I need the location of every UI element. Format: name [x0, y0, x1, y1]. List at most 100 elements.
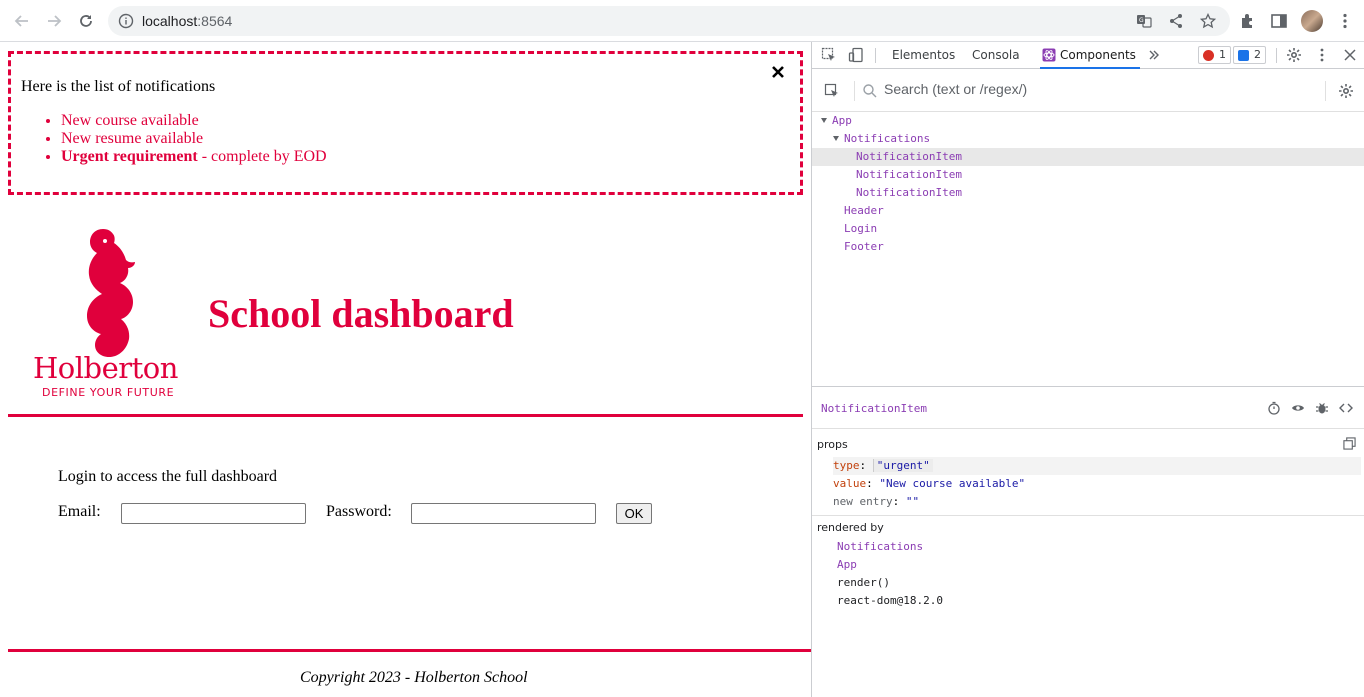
eye-icon[interactable]: [1291, 401, 1305, 415]
stopwatch-icon[interactable]: [1267, 401, 1281, 415]
more-tabs-chevron-icon[interactable]: [1146, 47, 1162, 63]
back-button[interactable]: [10, 9, 34, 33]
component-search-input[interactable]: Search (text or /regex/): [884, 81, 1027, 97]
email-label: Email:: [58, 503, 101, 520]
logo-wordmark: Holberton: [33, 351, 178, 385]
prop-key: type: [833, 459, 860, 472]
new-entry-key[interactable]: new entry: [833, 495, 893, 508]
message-count: 2: [1254, 48, 1261, 61]
close-icon[interactable]: [770, 64, 786, 80]
tab-components[interactable]: Components: [1040, 42, 1140, 69]
share-icon[interactable]: [1168, 13, 1184, 29]
component-settings-gear-icon[interactable]: [1338, 83, 1354, 99]
props-label: props: [817, 438, 848, 451]
rendered-by-item[interactable]: Notifications: [837, 538, 923, 556]
url-port: :8564: [197, 13, 233, 29]
close-devtools-icon[interactable]: [1342, 47, 1358, 63]
address-bar[interactable]: localhost:8564 G: [108, 6, 1230, 36]
notification-item[interactable]: New course available: [61, 112, 327, 130]
rendered-by-label: rendered by: [817, 521, 884, 534]
back-arrow-icon: [14, 15, 28, 27]
url-host: localhost: [142, 13, 198, 29]
error-count: 1: [1219, 48, 1226, 61]
page-title: School dashboard: [208, 291, 514, 336]
logo-tagline: DEFINE YOUR FUTURE: [42, 386, 175, 399]
side-panel-icon[interactable]: [1270, 12, 1288, 30]
urgent-text: - complete by EOD: [197, 148, 327, 165]
new-entry-value[interactable]: "": [906, 495, 919, 508]
expand-triangle-icon[interactable]: [833, 136, 839, 141]
prop-value[interactable]: "New course available": [879, 477, 1025, 490]
email-input[interactable]: [121, 503, 306, 524]
password-label: Password:: [326, 503, 392, 520]
prop-row[interactable]: type: "urgent": [833, 457, 1361, 475]
extensions-puzzle-icon[interactable]: [1239, 12, 1257, 30]
copy-icon[interactable]: [1343, 437, 1356, 450]
devtools-menu-icon[interactable]: [1314, 47, 1330, 63]
view-source-icon[interactable]: [1339, 401, 1353, 415]
prop-value-input[interactable]: "urgent": [872, 459, 933, 472]
search-divider: [1325, 81, 1326, 101]
selected-component-name: NotificationItem: [821, 402, 927, 415]
profile-avatar[interactable]: [1301, 10, 1323, 32]
search-divider: [854, 81, 855, 101]
prop-key: value: [833, 477, 867, 490]
react-icon: [1042, 48, 1056, 62]
inspect-element-icon[interactable]: [821, 47, 837, 63]
url-text: localhost:8564: [142, 13, 232, 29]
reload-icon: [80, 15, 92, 27]
tree-item-notification-item[interactable]: NotificationItem: [856, 166, 962, 184]
browser-toolbar: localhost:8564 G: [0, 0, 1364, 42]
bookmark-star-icon[interactable]: [1200, 13, 1216, 29]
select-element-icon[interactable]: [824, 83, 840, 99]
new-prop-entry-row[interactable]: new entry: "": [833, 493, 919, 511]
app-footer: Copyright 2023 - Holberton School: [8, 649, 811, 686]
forward-button[interactable]: [42, 9, 66, 33]
devtools-panel: Elementos Consola Components 1 2 Search …: [811, 42, 1364, 697]
tree-item-label: App: [832, 114, 852, 127]
svg-text:G: G: [1139, 17, 1144, 24]
notification-item-urgent[interactable]: Urgent requirement - complete by EOD: [61, 148, 327, 166]
error-count-badge[interactable]: 1: [1198, 46, 1231, 64]
component-details-pane: NotificationItem props type: "urgent" va…: [812, 386, 1364, 607]
ok-button[interactable]: OK: [616, 503, 652, 524]
reload-button[interactable]: [74, 9, 98, 33]
tree-item-footer[interactable]: Footer: [844, 238, 884, 256]
tab-divider: [1276, 48, 1277, 63]
tab-console[interactable]: Consola: [972, 42, 1020, 69]
component-search-bar: Search (text or /regex/): [812, 70, 1364, 112]
tree-item-login[interactable]: Login: [844, 220, 877, 238]
tree-item-app[interactable]: App: [821, 112, 1364, 130]
rendered-by-item[interactable]: App: [837, 556, 857, 574]
notification-item[interactable]: New resume available: [61, 130, 327, 148]
tab-components-label: Components: [1060, 48, 1136, 62]
translate-icon[interactable]: G: [1136, 13, 1152, 29]
section-divider: [812, 515, 1364, 516]
settings-gear-icon[interactable]: [1286, 47, 1302, 63]
copyright-text: Copyright 2023 - Holberton School: [300, 669, 528, 686]
message-count-badge[interactable]: 2: [1233, 46, 1266, 64]
notifications-title: Here is the list of notifications: [21, 78, 216, 95]
rendered-by-item: react-dom@18.2.0: [837, 594, 943, 607]
forward-arrow-icon: [48, 15, 62, 27]
expand-triangle-icon[interactable]: [821, 118, 827, 123]
password-input[interactable]: [411, 503, 596, 524]
notifications-panel: Here is the list of notifications New co…: [8, 51, 803, 195]
search-icon: [863, 84, 877, 98]
tab-divider: [875, 48, 876, 63]
app-header: Holberton DEFINE YOUR FUTURE School dash…: [8, 195, 803, 417]
notifications-list: New course available New resume availabl…: [61, 112, 327, 166]
browser-menu-icon[interactable]: [1336, 12, 1354, 30]
info-icon: [118, 13, 134, 29]
rendered-by-item: render(): [837, 576, 890, 589]
device-toolbar-icon[interactable]: [848, 47, 864, 63]
devtools-tab-bar: Elementos Consola Components 1 2: [812, 42, 1364, 69]
tree-item-notification-item[interactable]: NotificationItem: [812, 148, 1364, 166]
tree-item-notifications[interactable]: Notifications: [833, 130, 1364, 148]
tree-item-header[interactable]: Header: [844, 202, 884, 220]
prop-row[interactable]: value: "New course available": [833, 475, 1025, 493]
tab-elements[interactable]: Elementos: [892, 42, 955, 69]
tree-item-label: Notifications: [844, 132, 931, 145]
bug-icon[interactable]: [1315, 401, 1329, 415]
tree-item-notification-item[interactable]: NotificationItem: [856, 184, 962, 202]
